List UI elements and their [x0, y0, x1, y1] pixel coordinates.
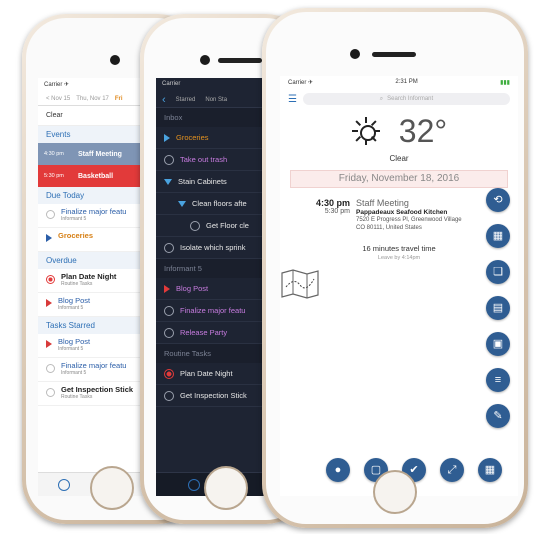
checkbox-icon[interactable] — [164, 368, 174, 379]
task-title: Clean floors afte — [192, 199, 247, 208]
back-icon[interactable]: ‹ — [162, 94, 166, 106]
weather-row: 32° — [280, 108, 518, 154]
event-times: 4:30 pm 5:30 pm — [310, 198, 350, 232]
event-time: 4:30 pm — [44, 151, 64, 157]
task-title: Groceries — [58, 231, 94, 240]
event-address: 7520 E Progress Pl, Greenwood Village CO… — [356, 217, 462, 231]
event-name: Basketball — [78, 172, 114, 180]
project-icon[interactable] — [164, 133, 170, 142]
temperature: 32° — [398, 112, 448, 149]
event-end: 5:30 pm — [324, 208, 350, 215]
task-title: Finalize major featu Informant 5 — [61, 207, 127, 222]
checkbox-icon[interactable] — [46, 210, 55, 219]
chevron-down-icon[interactable] — [164, 178, 172, 185]
task-title: Blog Post — [176, 284, 209, 293]
checkbox-icon[interactable] — [164, 327, 174, 338]
event-details: Staff Meeting Pappadeaux Seafood Kitchen… — [356, 198, 466, 232]
menu-icon[interactable]: ☰ — [288, 94, 297, 105]
event-start: 4:30 pm — [315, 198, 350, 208]
sun-icon — [351, 116, 381, 146]
checkbox-icon[interactable] — [164, 305, 174, 316]
travel-leave-by: Leave by 4:14pm — [377, 255, 421, 262]
clock: 2:31 PM — [395, 79, 418, 85]
checkbox-icon[interactable] — [164, 154, 174, 165]
battery-icon: ▮▮▮ — [500, 80, 510, 86]
notes-button[interactable]: ▤ — [486, 296, 510, 320]
carrier-label: Carrier ✈ — [44, 82, 70, 88]
project-icon[interactable] — [46, 299, 52, 307]
checkbox-icon[interactable] — [164, 390, 174, 401]
event-place: Pappadeaux Seafood Kitchen — [356, 209, 448, 217]
bottom-button-row: ● ▢ ✔ ⤢ ▦ — [326, 458, 502, 482]
task-title: Get Inspection Stick Routine Tasks — [61, 385, 134, 400]
filter-icon[interactable] — [58, 478, 70, 491]
task-title: Groceries — [176, 133, 209, 142]
task-title: Isolate which sprink — [180, 243, 246, 252]
status-bar: Carrier ✈ 2:31 PM ▮▮▮ — [280, 76, 518, 90]
app-showcase: Carrier ✈ < Nov 15 Thu, Nov 17 Fri Clear… — [0, 0, 534, 534]
task-title: Plan Date Night — [180, 369, 233, 378]
home-button[interactable] — [90, 466, 134, 510]
date-current[interactable]: Thu, Nov 17 — [76, 96, 109, 102]
task-title: Blog Post Informant 5 — [58, 296, 91, 311]
search-input[interactable]: ⌕ Search Informant — [302, 93, 510, 105]
weather-condition: Clear — [389, 154, 409, 163]
home-button[interactable] — [204, 466, 248, 510]
copy-button[interactable]: ❏ — [486, 260, 510, 284]
edit-button[interactable]: ✎ — [486, 404, 510, 428]
week-view-button[interactable]: ▦ — [478, 458, 502, 482]
project-icon[interactable] — [164, 284, 170, 293]
tab-non-starred[interactable]: Non Sta — [205, 97, 227, 103]
filter-icon[interactable] — [187, 478, 200, 491]
task-title: Take out trash — [180, 155, 228, 164]
phone-bezel: Carrier ✈ 2:31 PM ▮▮▮ ☰ ⌕ Search Informa… — [266, 12, 524, 524]
expand-button[interactable]: ⤢ — [440, 458, 464, 482]
chevron-down-icon[interactable] — [178, 200, 186, 207]
camera-icon — [200, 55, 210, 65]
side-button-column: ⟲ ▦ ❏ ▤ ▣ ≡ ✎ — [486, 188, 510, 428]
grid-button[interactable]: ▦ — [486, 224, 510, 248]
search-placeholder: Search Informant — [387, 96, 434, 102]
project-icon[interactable] — [46, 234, 52, 242]
speaker-icon — [372, 52, 416, 57]
sync-button[interactable]: ⟲ — [486, 188, 510, 212]
date-next[interactable]: Fri — [115, 96, 123, 102]
task-title: Finalize major featu Informant 5 — [61, 361, 127, 376]
search-icon: ⌕ — [379, 95, 384, 102]
camera-icon — [110, 55, 120, 65]
event-time: 5:30 pm — [44, 173, 64, 179]
checkbox-icon[interactable] — [46, 364, 55, 373]
checkbox-icon[interactable] — [46, 388, 55, 397]
map-icon[interactable] — [280, 269, 320, 299]
event-name: Staff Meeting — [78, 150, 122, 158]
task-title: Release Party — [180, 328, 228, 337]
calendar-button[interactable]: ▣ — [486, 332, 510, 356]
speaker-icon — [218, 58, 262, 63]
task-title: Finalize major featu — [180, 306, 246, 315]
event-title: Staff Meeting — [356, 198, 409, 208]
travel-time: 16 minutes travel time — [362, 244, 436, 254]
event-card[interactable]: 4:30 pm 5:30 pm Staff Meeting Pappadeaux… — [280, 192, 518, 232]
date-prev[interactable]: < Nov 15 — [46, 96, 70, 102]
list-button[interactable]: ≡ — [486, 368, 510, 392]
day-view-screen: Carrier ✈ 2:31 PM ▮▮▮ ☰ ⌕ Search Informa… — [280, 76, 518, 496]
task-title: Stain Cabinets — [178, 177, 227, 186]
tab-starred[interactable]: Starred — [176, 97, 196, 103]
search-row: ☰ ⌕ Search Informant — [280, 90, 518, 108]
weather-label: Clear — [46, 112, 63, 119]
task-title: Get Floor cle — [206, 221, 249, 230]
contact-button[interactable]: ● — [326, 458, 350, 482]
project-icon[interactable] — [46, 340, 52, 348]
checkbox-icon[interactable] — [190, 220, 200, 231]
checkbox-icon[interactable] — [46, 275, 55, 284]
task-title: Plan Date Night Routine Tasks — [61, 272, 117, 287]
task-title: Blog Post Informant 5 — [58, 337, 91, 352]
carrier-label: Carrier ✈ — [288, 80, 314, 86]
checkbox-icon[interactable] — [164, 242, 174, 253]
home-button[interactable] — [373, 470, 417, 514]
date-bar[interactable]: Friday, November 18, 2016 — [290, 170, 508, 188]
phone-day-view: Carrier ✈ 2:31 PM ▮▮▮ ☰ ⌕ Search Informa… — [262, 8, 528, 528]
camera-icon — [350, 49, 360, 59]
task-title: Get Inspection Stick — [180, 391, 247, 400]
